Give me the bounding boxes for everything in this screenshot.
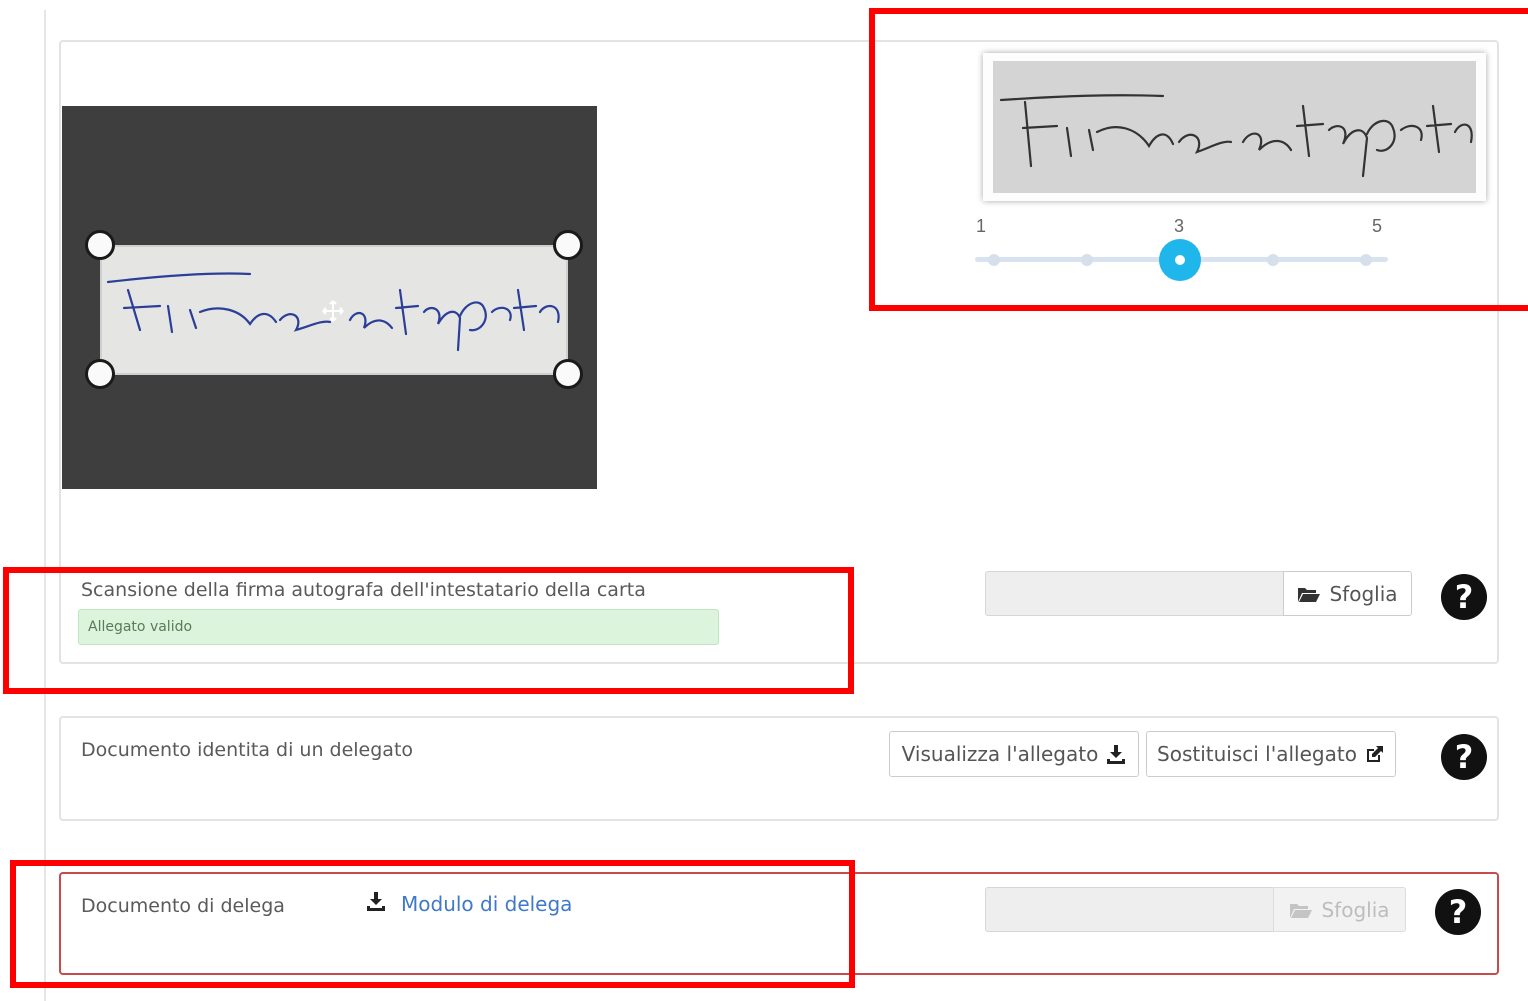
view-attachment-label: Visualizza l'allegato [901, 742, 1099, 766]
download-icon [1107, 745, 1126, 764]
crop-handle-bottom-left[interactable] [85, 359, 115, 389]
scan-browse-label: Sfoglia [1329, 581, 1398, 606]
replace-attachment-button[interactable]: Sostituisci l'allegato [1146, 731, 1396, 777]
move-cursor-icon [322, 300, 344, 322]
delegate-help-icon[interactable]: ? [1441, 734, 1487, 780]
scan-browse-button[interactable]: Sfoglia [1283, 571, 1412, 616]
highlight-scan-box [3, 567, 854, 694]
delega-browse-button: Sfoglia [1273, 887, 1406, 932]
highlight-delega-box [10, 860, 855, 988]
folder-open-icon [1290, 903, 1313, 918]
delega-browse-label: Sfoglia [1321, 897, 1390, 922]
delega-file-input [985, 887, 1275, 932]
delegate-doc-label: Documento identita di un delegato [81, 739, 414, 761]
crop-handle-top-left[interactable] [85, 230, 115, 260]
delega-help-icon[interactable]: ? [1435, 889, 1481, 935]
page-left-border [44, 10, 46, 1001]
view-attachment-button[interactable]: Visualizza l'allegato [889, 731, 1139, 777]
replace-attachment-label: Sostituisci l'allegato [1157, 742, 1357, 766]
crop-handle-bottom-right[interactable] [553, 359, 583, 389]
crop-handle-top-right[interactable] [553, 230, 583, 260]
scan-help-icon[interactable]: ? [1441, 574, 1487, 620]
highlight-preview-box [869, 8, 1528, 311]
scan-file-input[interactable] [985, 571, 1285, 616]
folder-open-icon [1298, 587, 1321, 602]
edit-icon [1366, 746, 1383, 762]
